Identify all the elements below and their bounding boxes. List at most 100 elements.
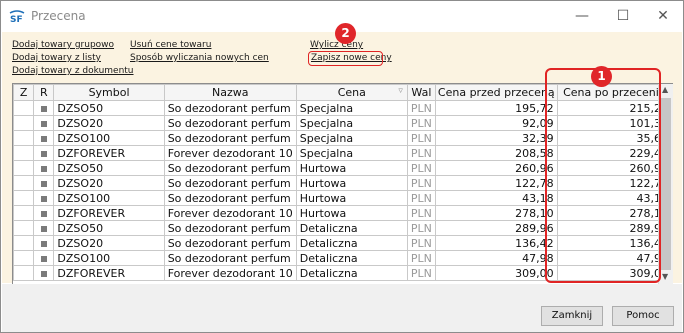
cell-price-before[interactable]: 32,39 [434,130,558,146]
cell-symbol[interactable]: DZSO20 [53,235,165,251]
maximize-button[interactable]: ☐ [603,1,643,31]
cell-waluta[interactable]: PLN [406,235,436,251]
cell-nazwa[interactable]: So dezodorant perfum [163,100,297,116]
cell-cena[interactable]: Specjalna [295,145,408,161]
close-button[interactable]: Zamknij [541,306,603,326]
cell-symbol[interactable]: DZSO20 [53,175,165,191]
cell-z[interactable] [13,205,35,221]
column-header-waluta[interactable]: Wal [406,84,436,101]
cell-nazwa[interactable]: So dezodorant perfum [163,250,297,266]
cell-price-before[interactable]: 309,00 [434,265,558,281]
column-header-nazwa[interactable]: Nazwa [163,84,297,101]
cell-waluta[interactable]: PLN [406,115,436,131]
cell-waluta[interactable]: PLN [406,265,436,281]
column-header-z[interactable]: Z [13,84,35,101]
cell-waluta[interactable]: PLN [406,250,436,266]
scroll-up-arrow-icon[interactable]: ▲ [662,85,668,94]
cell-symbol[interactable]: DZSO50 [53,220,165,236]
cell-cena[interactable]: Detaliczna [295,220,408,236]
scrollbar-thumb[interactable] [661,98,671,270]
cell-price-before[interactable]: 92,09 [434,115,558,131]
cell-symbol[interactable]: DZFOREVER [53,205,165,221]
help-button[interactable]: Pomoc [612,306,674,326]
cell-cena[interactable]: Hurtowa [295,190,408,206]
cell-price-before[interactable]: 47,98 [434,250,558,266]
cell-symbol[interactable]: DZSO50 [53,160,165,176]
cell-waluta[interactable]: PLN [406,145,436,161]
add-goods-from-document-link[interactable]: Dodaj towary z dokumentu [12,66,134,76]
cell-price-before[interactable]: 289,96 [434,220,558,236]
cell-waluta[interactable]: PLN [406,160,436,176]
cell-nazwa[interactable]: Forever dezodorant 10 [163,145,297,161]
add-goods-from-list-link[interactable]: Dodaj towary z listy [12,53,101,63]
cell-symbol[interactable]: DZSO20 [53,115,165,131]
cell-nazwa[interactable]: So dezodorant perfum [163,160,297,176]
cell-price-before[interactable]: 122,78 [434,175,558,191]
cell-r[interactable] [33,160,55,176]
cell-r[interactable] [33,205,55,221]
column-header-symbol[interactable]: Symbol [53,84,165,101]
cell-r[interactable] [33,100,55,116]
price-calc-method-link[interactable]: Sposób wyliczania nowych cen [130,53,269,63]
cell-price-before[interactable]: 195,72 [434,100,558,116]
cell-z[interactable] [13,235,35,251]
cell-r[interactable] [33,175,55,191]
cell-cena[interactable]: Detaliczna [295,265,408,281]
cell-waluta[interactable]: PLN [406,175,436,191]
cell-cena[interactable]: Hurtowa [295,160,408,176]
cell-r[interactable] [33,115,55,131]
cell-cena[interactable]: Specjalna [295,100,408,116]
add-goods-groupwise-link[interactable]: Dodaj towary grupowo [12,40,114,50]
cell-price-before[interactable]: 278,10 [434,205,558,221]
cell-cena[interactable]: Detaliczna [295,250,408,266]
filter-icon[interactable]: ▿ [398,86,403,96]
cell-nazwa[interactable]: So dezodorant perfum [163,190,297,206]
cell-z[interactable] [13,130,35,146]
cell-r[interactable] [33,235,55,251]
cell-nazwa[interactable]: So dezodorant perfum [163,220,297,236]
cell-cena[interactable]: Specjalna [295,130,408,146]
cell-z[interactable] [13,160,35,176]
cell-z[interactable] [13,115,35,131]
column-header-cena[interactable]: Cena ▿ [295,84,408,101]
cell-nazwa[interactable]: So dezodorant perfum [163,130,297,146]
cell-waluta[interactable]: PLN [406,100,436,116]
cell-nazwa[interactable]: So dezodorant perfum [163,235,297,251]
cell-cena[interactable]: Specjalna [295,115,408,131]
cell-r[interactable] [33,265,55,281]
minimize-button[interactable]: — [562,1,602,31]
cell-price-before[interactable]: 208,58 [434,145,558,161]
cell-symbol[interactable]: DZFOREVER [53,265,165,281]
cell-r[interactable] [33,130,55,146]
cell-price-before[interactable]: 260,96 [434,160,558,176]
cell-r[interactable] [33,190,55,206]
cell-nazwa[interactable]: So dezodorant perfum [163,115,297,131]
cell-waluta[interactable]: PLN [406,190,436,206]
cell-price-before[interactable]: 43,18 [434,190,558,206]
cell-waluta[interactable]: PLN [406,205,436,221]
remove-price-link[interactable]: Usuń cene towaru [130,40,211,50]
cell-z[interactable] [13,265,35,281]
cell-cena[interactable]: Hurtowa [295,175,408,191]
cell-z[interactable] [13,145,35,161]
close-window-button[interactable]: ✕ [643,1,683,31]
cell-symbol[interactable]: DZSO50 [53,100,165,116]
cell-cena[interactable]: Hurtowa [295,205,408,221]
cell-z[interactable] [13,175,35,191]
cell-nazwa[interactable]: So dezodorant perfum [163,175,297,191]
cell-waluta[interactable]: PLN [406,130,436,146]
cell-price-before[interactable]: 136,42 [434,235,558,251]
calculate-prices-link[interactable]: Wylicz ceny [310,40,363,50]
cell-z[interactable] [13,100,35,116]
cell-z[interactable] [13,250,35,266]
column-header-price-before[interactable]: Cena przed przeceną [434,84,558,101]
cell-cena[interactable]: Detaliczna [295,235,408,251]
cell-nazwa[interactable]: Forever dezodorant 10 [163,265,297,281]
cell-symbol[interactable]: DZFOREVER [53,145,165,161]
column-header-r[interactable]: R [33,84,55,101]
cell-r[interactable] [33,220,55,236]
cell-z[interactable] [13,220,35,236]
cell-symbol[interactable]: DZSO100 [53,250,165,266]
cell-z[interactable] [13,190,35,206]
cell-r[interactable] [33,145,55,161]
